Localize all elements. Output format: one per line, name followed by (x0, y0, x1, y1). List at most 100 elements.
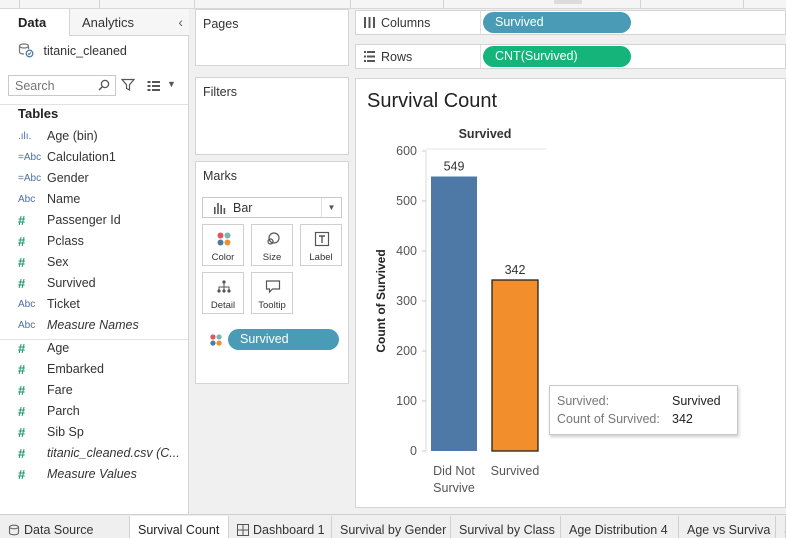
field-name: Parch (47, 404, 80, 418)
field-name: Name (47, 192, 81, 206)
filters-title: Filters (203, 85, 238, 99)
datasource-item[interactable]: titanic_cleaned (18, 42, 127, 60)
tooltip-row: Count of Survived: 342 (557, 411, 732, 428)
columns-shelf[interactable]: Columns Survived (355, 10, 786, 35)
color-button[interactable]: Color (202, 224, 244, 266)
field-item[interactable]: # Pclass (0, 231, 188, 252)
field-name: Age (47, 341, 70, 355)
top-toolbar-strip (0, 0, 786, 9)
field-item[interactable]: # Sib Sp (0, 422, 188, 443)
sheet-tabs-bar: Data Source Survival Count Dashboard 1 Surv… (0, 514, 786, 538)
field-name: Gender (47, 171, 89, 185)
mark-type-label: Bar (233, 201, 253, 215)
field-name: Sib Sp (47, 425, 84, 439)
field-item[interactable]: Abc Ticket (0, 294, 188, 315)
field-name: Fare (47, 383, 73, 397)
chevron-down-icon[interactable]: ▼ (321, 198, 341, 217)
color-pill-survived[interactable]: Survived (228, 329, 339, 350)
dimension-type-icon: Abc (18, 194, 36, 205)
bar-data-label: 342 (505, 263, 526, 277)
field-item[interactable]: Abc Measure Names (0, 315, 188, 336)
color-icon (217, 232, 231, 246)
tooltip-value: 342 (672, 412, 693, 426)
size-icon (267, 232, 280, 245)
tab-data[interactable]: Data (0, 9, 70, 36)
field-item[interactable]: # Measure Values (0, 464, 188, 485)
dimension-type-icon: Abc (18, 320, 36, 331)
sheet-tab[interactable]: Age Distribution 4 (561, 516, 679, 538)
bar-data-label: 549 (444, 160, 465, 174)
sheet-tab[interactable]: Survival by Gender (332, 516, 451, 538)
field-item[interactable]: # Embarked (0, 359, 188, 380)
dashboard-icon (237, 524, 249, 536)
dimension-type-icon: =Abc (18, 152, 42, 163)
field-name: Measure Values (47, 467, 137, 481)
sheet-tab[interactable]: Dashboard 1 (229, 516, 332, 538)
field-item[interactable]: # Passenger Id (0, 210, 188, 231)
label-label: Label (309, 252, 333, 263)
sheet-tab-label: Survival Count (138, 523, 220, 537)
detail-label: Detail (210, 300, 236, 311)
sheet-tab[interactable]: Survival by Class (451, 516, 561, 538)
sheet-tab[interactable]: S (776, 516, 786, 538)
columns-label: Columns (381, 16, 431, 30)
field-item[interactable]: Abc Name (0, 189, 188, 210)
measure-type-icon: # (18, 276, 26, 291)
sheet-tab-label: Survival by Gender (340, 523, 447, 537)
detail-button[interactable]: Detail (202, 272, 244, 314)
sheet-tab-label: Dashboard 1 (253, 523, 325, 537)
tooltip-button[interactable]: Tooltip (251, 272, 293, 314)
label-button[interactable]: Label (300, 224, 342, 266)
list-view-icon[interactable] (147, 80, 161, 92)
field-item[interactable]: # Age (0, 338, 188, 359)
toolbar-selected-indicator (554, 0, 582, 4)
filter-icon[interactable] (121, 78, 135, 92)
dimension-measure-separator (0, 339, 188, 340)
y-axis-label: Count of Survived (374, 249, 388, 352)
measure-type-icon: # (18, 234, 26, 249)
field-item[interactable]: # Parch (0, 401, 188, 422)
dimension-type-icon: =Abc (18, 173, 42, 184)
field-name: Ticket (47, 297, 80, 311)
search-box[interactable] (8, 75, 116, 96)
search-input[interactable] (9, 76, 93, 95)
field-item[interactable]: .ılı. Age (bin) (0, 126, 188, 147)
columns-pill-survived[interactable]: Survived (483, 12, 631, 33)
field-item[interactable]: # Sex (0, 252, 188, 273)
sheet-tab-label: Survival by Class (459, 523, 555, 537)
collapse-pane-icon[interactable]: ‹ (178, 9, 183, 36)
columns-icon (364, 17, 375, 28)
sheet-tab[interactable]: Age vs Surviva (679, 516, 776, 538)
size-button[interactable]: Size (251, 224, 293, 266)
detail-icon (217, 280, 231, 293)
x-category-label: Survived (491, 464, 540, 478)
datasource-name: titanic_cleaned (43, 44, 127, 58)
measure-type-icon: # (18, 383, 26, 398)
tab-analytics[interactable]: Analytics ‹ (70, 9, 189, 36)
filters-card[interactable]: Filters (195, 77, 349, 155)
rows-icon (364, 51, 375, 62)
field-item[interactable]: =Abc Gender (0, 168, 188, 189)
measure-type-icon: # (18, 446, 26, 461)
sheet-tab[interactable]: Data Source (0, 516, 130, 538)
pages-card[interactable]: Pages (195, 9, 349, 66)
view-options-caret-icon[interactable]: ▼ (167, 79, 176, 89)
sheet-tab[interactable]: Survival Count (130, 516, 229, 538)
measure-type-icon: # (18, 362, 26, 377)
field-item[interactable]: # titanic_cleaned.csv (C... (0, 443, 188, 464)
field-item[interactable]: # Fare (0, 380, 188, 401)
field-item[interactable]: # Survived (0, 273, 188, 294)
field-name: Measure Names (47, 318, 139, 332)
sheet-tab-label: Data Source (24, 523, 94, 537)
field-item[interactable]: =Abc Calculation1 (0, 147, 188, 168)
bar (431, 176, 477, 451)
column-header: Survived (459, 127, 512, 141)
rows-pill-cnt-survived[interactable]: CNT(Survived) (483, 46, 631, 67)
rows-shelf[interactable]: Rows CNT(Survived) (355, 44, 786, 69)
field-name: Survived (47, 276, 96, 290)
toolbar-divider (19, 0, 20, 8)
mark-type-dropdown[interactable]: Bar ▼ (202, 197, 342, 218)
shelf-divider (480, 11, 481, 34)
viz-area: Survival Count Survived 0 100 200 300 400 500 6… (355, 78, 786, 508)
x-category-label-line: Did Not (433, 464, 475, 478)
